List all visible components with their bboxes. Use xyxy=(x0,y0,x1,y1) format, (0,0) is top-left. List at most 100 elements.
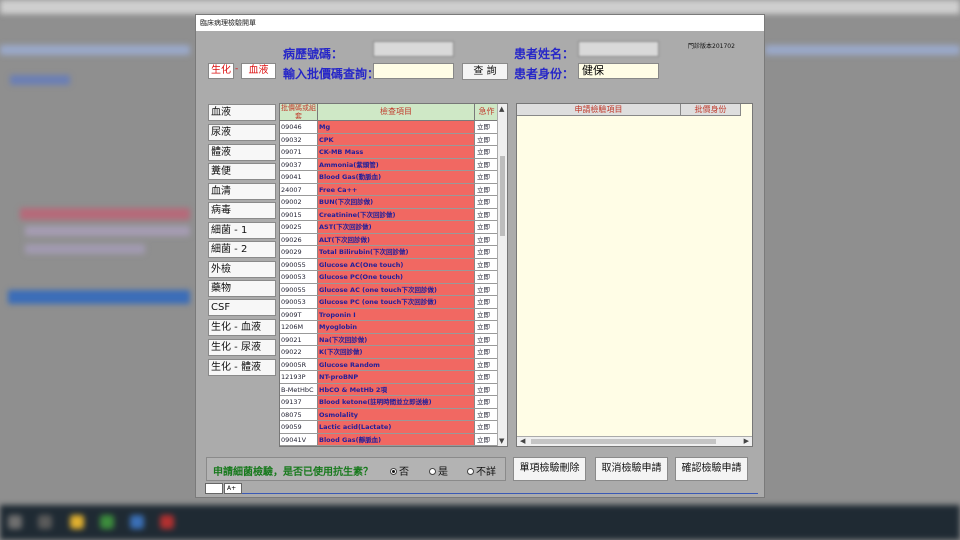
test-row[interactable]: 09015 Creatinine(下次回診做) 立即 xyxy=(280,208,499,221)
background-band xyxy=(20,208,190,220)
patient-identity-field[interactable]: 健保 xyxy=(578,63,659,79)
urgent-flag: 立即 xyxy=(475,246,499,258)
test-code: 1206M xyxy=(280,321,318,333)
test-row[interactable]: 09021 Na(下次回診做) 立即 xyxy=(280,333,499,346)
category-button[interactable]: 生化 - 血液 xyxy=(208,319,276,336)
urgent-flag: 立即 xyxy=(475,196,499,208)
test-name: Glucose PC (one touch下次回診做) xyxy=(318,296,475,308)
test-row[interactable]: 090055 Glucose AC(One touch) 立即 xyxy=(280,258,499,271)
test-row[interactable]: 090053 Glucose PC(One touch) 立即 xyxy=(280,271,499,284)
urgent-flag: 立即 xyxy=(475,371,499,383)
status-box-2: A+ xyxy=(224,483,242,494)
background-band xyxy=(8,290,190,304)
test-code: 090055 xyxy=(280,258,318,270)
category-button[interactable]: 外檢 xyxy=(208,261,276,278)
category-button[interactable]: 血清 xyxy=(208,183,276,200)
test-row[interactable]: 08075 Osmolality 立即 xyxy=(280,408,499,421)
category-button[interactable]: CSF xyxy=(208,299,276,316)
scroll-thumb[interactable] xyxy=(500,156,505,236)
category-button[interactable]: 糞便 xyxy=(208,163,276,180)
test-row[interactable]: 09026 ALT(下次回診做) 立即 xyxy=(280,233,499,246)
test-row[interactable]: 12193P NT-proBNP 立即 xyxy=(280,371,499,384)
taskbar-icon xyxy=(8,515,22,529)
test-name: HbCO & MetHb 2項 xyxy=(318,383,475,395)
test-table-scrollbar[interactable]: ▲ ▼ xyxy=(497,104,507,446)
query-button[interactable]: 查 詢 xyxy=(462,63,508,80)
test-row[interactable]: 09022 K(下次回診做) 立即 xyxy=(280,346,499,359)
category-button[interactable]: 生化 - 尿液 xyxy=(208,339,276,356)
test-code: 09015 xyxy=(280,208,318,220)
test-rows: 09046 Mg 立即 09032 CPK 立即 09071 CK-MB Mass 立即 0903… xyxy=(280,121,499,446)
antibiotic-question-panel: 申請細菌檢驗，是否已使用抗生素？ 否 是 不詳 xyxy=(206,457,506,481)
urgent-flag: 立即 xyxy=(475,333,499,345)
confirm-request-button[interactable]: 確認檢驗申請 xyxy=(675,457,748,481)
category-button[interactable]: 血液 xyxy=(208,104,276,121)
test-name: Glucose Random xyxy=(318,358,475,370)
test-row[interactable]: 090053 Glucose PC (one touch下次回診做) 立即 xyxy=(280,296,499,309)
test-code: 09041V xyxy=(280,433,318,445)
scroll-right-icon[interactable]: ▶ xyxy=(744,437,749,445)
urgent-flag: 立即 xyxy=(475,358,499,370)
cancel-request-button[interactable]: 取消檢驗申請 xyxy=(595,457,668,481)
category-button[interactable]: 體液 xyxy=(208,144,276,161)
radio-yes[interactable]: 是 xyxy=(429,463,448,478)
category-button[interactable]: 尿液 xyxy=(208,124,276,141)
test-name: NT-proBNP xyxy=(318,371,475,383)
test-row[interactable]: 09046 Mg 立即 xyxy=(280,121,499,134)
patient-name-field[interactable] xyxy=(578,41,659,57)
category-button[interactable]: 細菌 - 2 xyxy=(208,241,276,258)
subcategory-crumb: 血液 xyxy=(241,63,276,79)
category-button[interactable]: 藥物 xyxy=(208,280,276,297)
scroll-up-icon[interactable]: ▲ xyxy=(499,105,504,113)
patient-name-label: 患者姓名： xyxy=(514,47,575,61)
urgent-flag: 立即 xyxy=(475,396,499,408)
urgent-flag: 立即 xyxy=(475,308,499,320)
test-row[interactable]: 09137 Blood ketone(註明時間並立即送檢) 立即 xyxy=(280,396,499,409)
radio-dot-icon xyxy=(390,468,397,475)
dialog-title: 臨床病理檢驗開單 xyxy=(196,15,764,31)
test-row[interactable]: 09029 Total Bilirubin(下次回診做) 立即 xyxy=(280,246,499,259)
test-row[interactable]: 0909T Troponin I 立即 xyxy=(280,308,499,321)
test-row[interactable]: 09037 Ammonia(紫頭管) 立即 xyxy=(280,158,499,171)
radio-no[interactable]: 否 xyxy=(390,463,409,478)
urgent-flag: 立即 xyxy=(475,421,499,433)
test-code: 09005R xyxy=(280,358,318,370)
urgent-flag: 立即 xyxy=(475,283,499,295)
column-header-test: 檢查項目 xyxy=(318,104,475,121)
urgent-flag: 立即 xyxy=(475,271,499,283)
category-button[interactable]: 細菌 - 1 xyxy=(208,222,276,239)
request-table-scrollbar[interactable]: ◀ ▶ xyxy=(517,436,752,446)
category-button[interactable]: 病毒 xyxy=(208,202,276,219)
scroll-thumb[interactable] xyxy=(531,439,716,444)
test-row[interactable]: B-MetHbC HbCO & MetHb 2項 立即 xyxy=(280,383,499,396)
radio-unknown[interactable]: 不詳 xyxy=(467,463,496,478)
test-name: Glucose PC(One touch) xyxy=(318,271,475,283)
test-row[interactable]: 09059 Lactic acid(Lactate) 立即 xyxy=(280,421,499,434)
status-line xyxy=(242,493,758,494)
test-row[interactable]: 1206M Myoglobin 立即 xyxy=(280,321,499,334)
test-row[interactable]: 090055 Glucose AC (one touch下次回診做) 立即 xyxy=(280,283,499,296)
chart-no-field[interactable] xyxy=(373,41,454,57)
test-row[interactable]: 09041 Blood Gas(動脈血) 立即 xyxy=(280,171,499,184)
category-button[interactable]: 生化 - 體液 xyxy=(208,359,276,376)
scroll-left-icon[interactable]: ◀ xyxy=(520,437,525,445)
test-row[interactable]: 09041V Blood Gas(靜脈血) 立即 xyxy=(280,433,499,446)
radio-no-label: 否 xyxy=(399,467,409,478)
test-row[interactable]: 09071 CK-MB Mass 立即 xyxy=(280,146,499,159)
test-name: Osmolality xyxy=(318,408,475,420)
test-code: 09029 xyxy=(280,246,318,258)
test-code: 09071 xyxy=(280,146,318,158)
batch-code-input[interactable] xyxy=(373,63,454,79)
test-name: Troponin I xyxy=(318,308,475,320)
test-row[interactable]: 09025 AST(下次回診做) 立即 xyxy=(280,221,499,234)
test-row[interactable]: 09005R Glucose Random 立即 xyxy=(280,358,499,371)
scroll-down-icon[interactable]: ▼ xyxy=(499,437,504,445)
test-row[interactable]: 09032 CPK 立即 xyxy=(280,133,499,146)
delete-item-button[interactable]: 單項檢驗刪除 xyxy=(513,457,586,481)
test-row[interactable]: 24007 Free Ca++ 立即 xyxy=(280,183,499,196)
test-name: BUN(下次回診做) xyxy=(318,196,475,208)
crumb-separator: - xyxy=(235,64,239,74)
test-row[interactable]: 09002 BUN(下次回診做) 立即 xyxy=(280,196,499,209)
urgent-flag: 立即 xyxy=(475,408,499,420)
test-name: K(下次回診做) xyxy=(318,346,475,358)
